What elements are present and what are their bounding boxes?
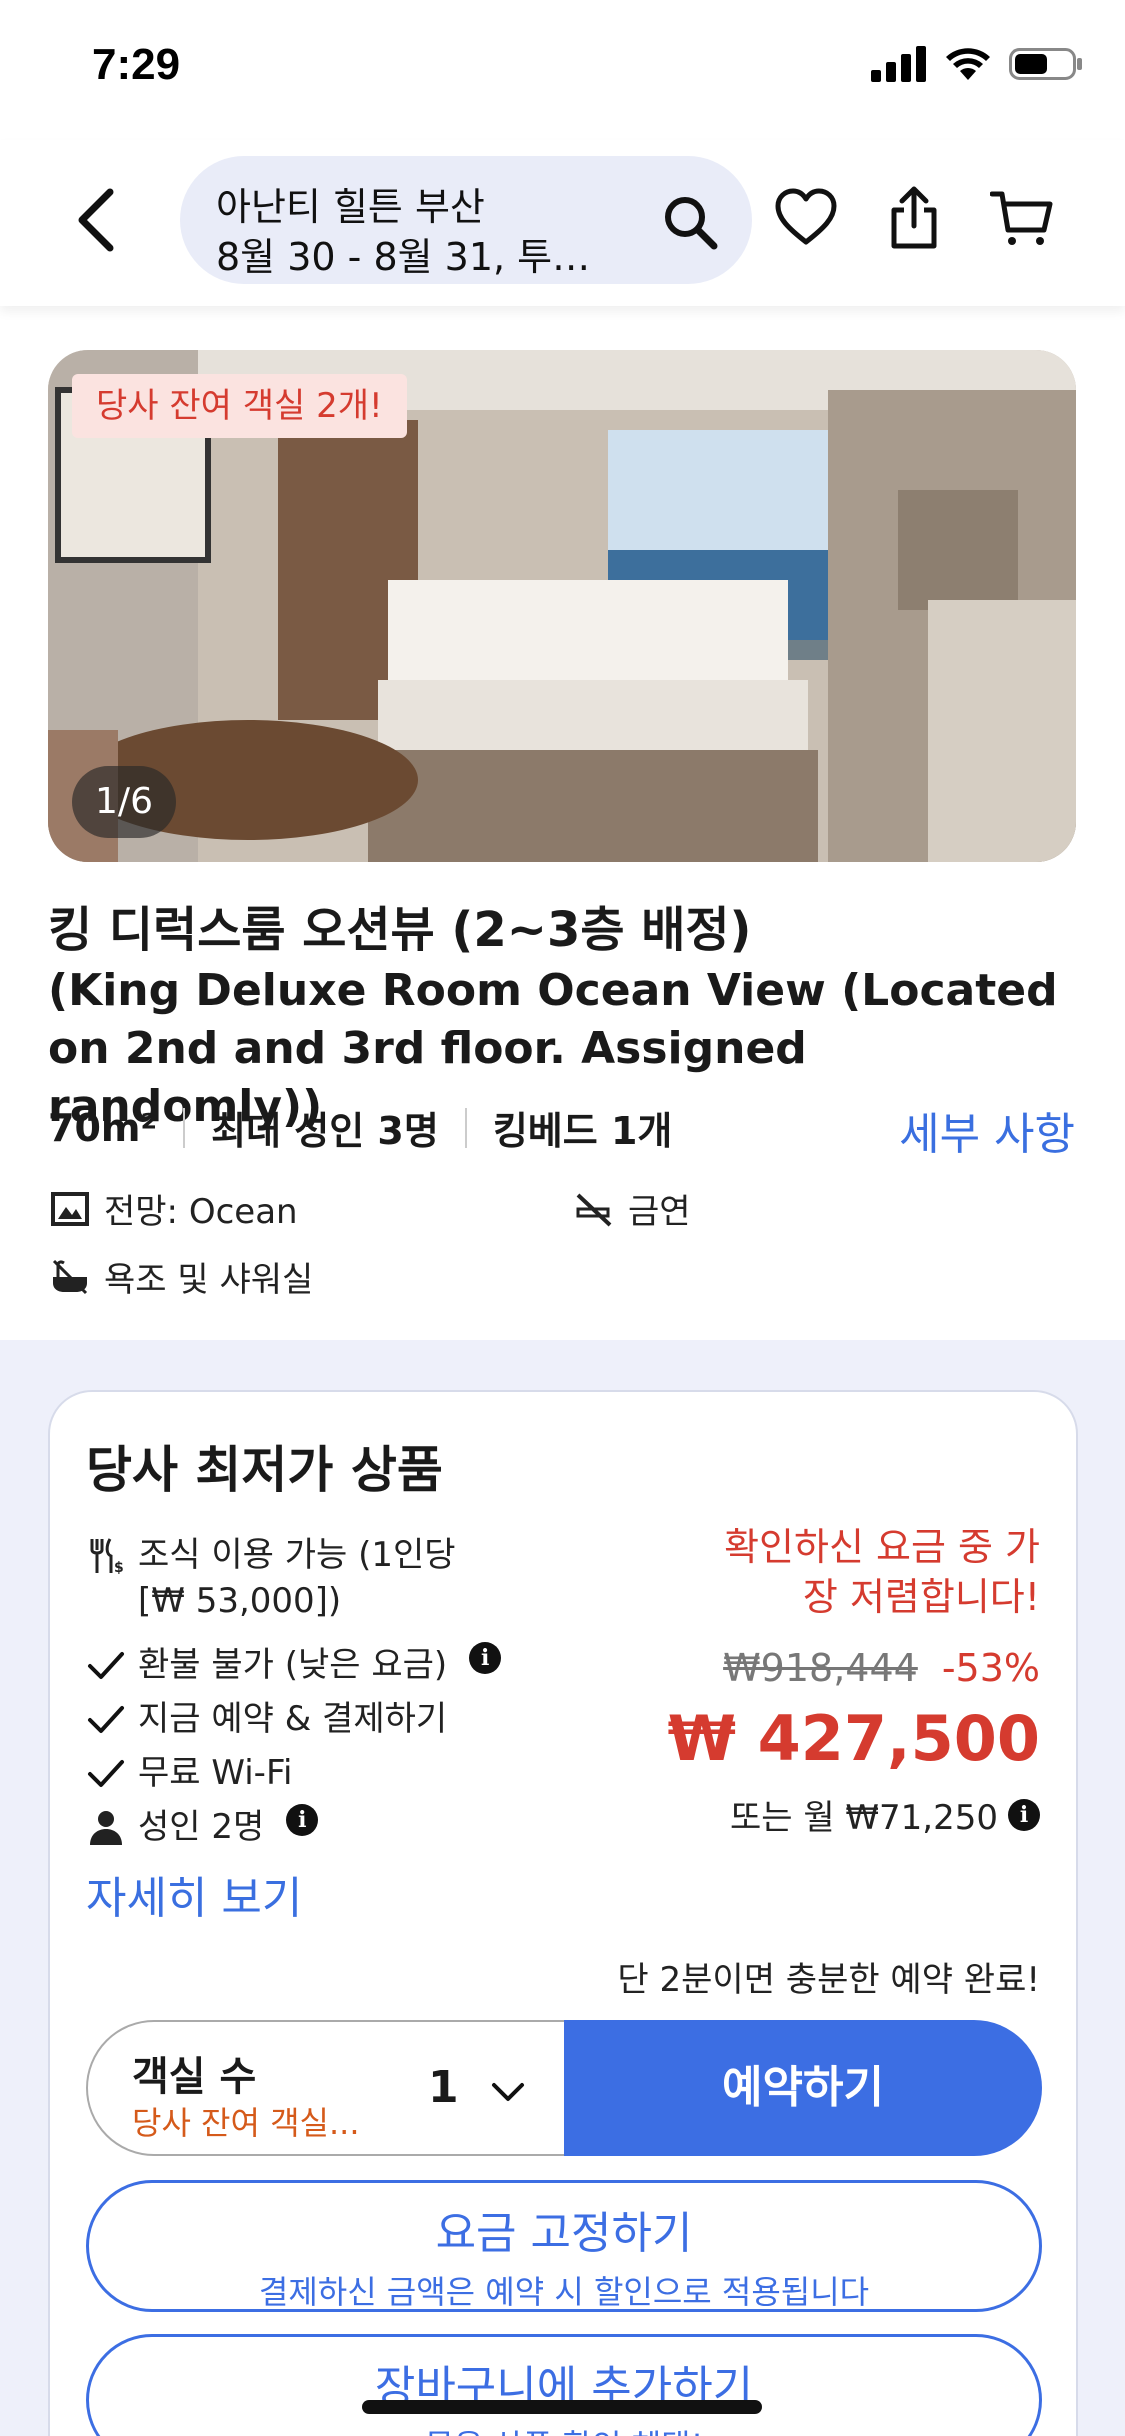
header-bar: 아난티 힐튼 부산 8월 30 - 8월 31, 투…	[0, 140, 1125, 306]
info-icon[interactable]: i	[469, 1642, 502, 1674]
availability-badge: 당사 잔여 객실 2개!	[72, 374, 407, 438]
amenity-bath-label: 욕조 및 샤워실	[104, 1260, 314, 1300]
amenity-smoking-label: 금연	[628, 1192, 691, 1232]
person-icon	[90, 1811, 122, 1845]
heart-icon[interactable]	[774, 186, 838, 250]
search-icon[interactable]	[662, 194, 718, 250]
no-smoking-icon	[576, 1193, 612, 1226]
feature-wifi: 무료 Wi-Fi	[86, 1750, 292, 1796]
monthly-price-label: 또는 월 ₩71,250	[729, 1798, 998, 1838]
photo-counter: 1/6	[72, 766, 176, 838]
amenity-bath: 욕조 및 샤워실	[50, 1252, 313, 1301]
status-icons	[871, 46, 1085, 82]
utensils-icon: $	[90, 1538, 124, 1576]
monthly-price: 또는 월 ₩71,250 i	[730, 1790, 1040, 1839]
offer-card: 당사 최저가 상품 $ 조식 이용 가능 (1인당 [₩ 53,000]) 환불…	[48, 1390, 1078, 2436]
room-count-availability: 당사 잔여 객실...	[132, 2104, 360, 2142]
room-title-korean: 킹 디럭스룸 오션뷰 (2~3층 배정)	[48, 902, 752, 958]
search-hotel-name: 아난티 힐튼 부산	[216, 185, 485, 229]
status-time: 7:29	[92, 40, 181, 89]
page: 7:29 아난티 힐튼 부산 8월 30 - 8월 31, 투… 당사 잔여 객…	[0, 0, 1125, 2436]
view-icon	[51, 1191, 89, 1226]
current-price: ₩ 427,500	[667, 1702, 1040, 1775]
room-count-selector[interactable]: 객실 수 당사 잔여 객실... 1	[86, 2020, 586, 2156]
room-count-label: 객실 수	[132, 2054, 257, 2100]
search-summary-bar[interactable]: 아난티 힐튼 부산 8월 30 - 8월 31, 투…	[180, 156, 752, 284]
spec-capacity: 최대 성인 3명	[211, 1109, 439, 1153]
wifi-icon	[946, 48, 990, 80]
amenity-smoking: 금연	[574, 1184, 691, 1233]
lock-rate-title: 요금 고정하기	[435, 2208, 693, 2259]
add-to-cart-button[interactable]: 장바구니에 추가하기 묶음 상품 할인 혜택!	[86, 2334, 1042, 2436]
room-details-link[interactable]: 세부 사항	[899, 1098, 1075, 1162]
price-original-row: ₩918,444 -53%	[723, 1646, 1040, 1690]
lock-rate-button[interactable]: 요금 고정하기 결제하신 금액은 예약 시 할인으로 적용됩니다	[86, 2180, 1042, 2312]
original-price: ₩918,444	[723, 1646, 918, 1690]
quick-booking-note: 단 2분이면 충분한 예약 완료!	[617, 1960, 1040, 2000]
lock-rate-subtitle: 결제하신 금액은 예약 시 할인으로 적용됩니다	[258, 2273, 870, 2311]
room-photo[interactable]: 당사 잔여 객실 2개! 1/6	[48, 350, 1076, 862]
feature-pay-now-label: 지금 예약 & 결제하기	[138, 1699, 448, 1739]
feature-guests-label: 성인 2명	[138, 1807, 265, 1847]
room-specs: 70m² 최대 성인 3명 킹베드 1개	[48, 1100, 672, 1155]
svg-text:$: $	[114, 1560, 124, 1576]
book-button[interactable]: 예약하기	[564, 2020, 1042, 2156]
cellular-signal-icon	[871, 46, 926, 82]
spec-divider	[183, 1107, 186, 1148]
feature-refund: 환불 불가 (낮은 요금) i	[86, 1642, 502, 1688]
feature-pay-now: 지금 예약 & 결제하기	[86, 1696, 447, 1742]
checkmark-icon	[88, 1652, 124, 1679]
more-details-link[interactable]: 자세히 보기	[86, 1862, 302, 1926]
home-indicator[interactable]	[362, 2400, 762, 2414]
feature-wifi-label: 무료 Wi-Fi	[138, 1753, 293, 1793]
amenity-view-label: 전망: Ocean	[104, 1192, 298, 1232]
battery-icon	[1009, 48, 1082, 80]
spec-bed: 킹베드 1개	[492, 1109, 673, 1153]
amenity-view: 전망: Ocean	[50, 1184, 298, 1233]
offer-title: 당사 최저가 상품	[86, 1441, 443, 1499]
checkmark-icon	[88, 1706, 124, 1733]
search-dates-guests: 8월 30 - 8월 31, 투…	[216, 235, 591, 279]
status-bar: 7:29	[0, 0, 1125, 140]
add-to-cart-subtitle: 묶음 상품 할인 혜택!	[89, 2421, 1039, 2436]
feature-refund-label: 환불 불가 (낮은 요금)	[138, 1645, 448, 1685]
spec-size: 70m²	[48, 1105, 158, 1150]
discount-percent: -53%	[941, 1646, 1040, 1690]
cart-icon[interactable]	[990, 186, 1054, 250]
info-icon[interactable]: i	[1008, 1798, 1040, 1831]
feature-guests: 성인 2명 i	[86, 1804, 319, 1850]
feature-breakfast-label: 조식 이용 가능 (1인당 [₩ 53,000])	[138, 1535, 456, 1621]
checkmark-icon	[88, 1760, 124, 1787]
lowest-price-note: 확인하신 요금 중 가장 저렴합니다!	[724, 1525, 1040, 1619]
share-icon[interactable]	[882, 186, 946, 250]
bathtub-icon	[52, 1259, 88, 1294]
feature-breakfast: $ 조식 이용 가능 (1인당 [₩ 53,000])	[86, 1532, 506, 1624]
chevron-down-icon	[492, 2083, 524, 2101]
room-count-value: 1	[428, 2062, 459, 2113]
info-icon[interactable]: i	[286, 1804, 319, 1836]
spec-divider	[464, 1107, 467, 1148]
back-arrow-icon[interactable]	[70, 184, 130, 256]
